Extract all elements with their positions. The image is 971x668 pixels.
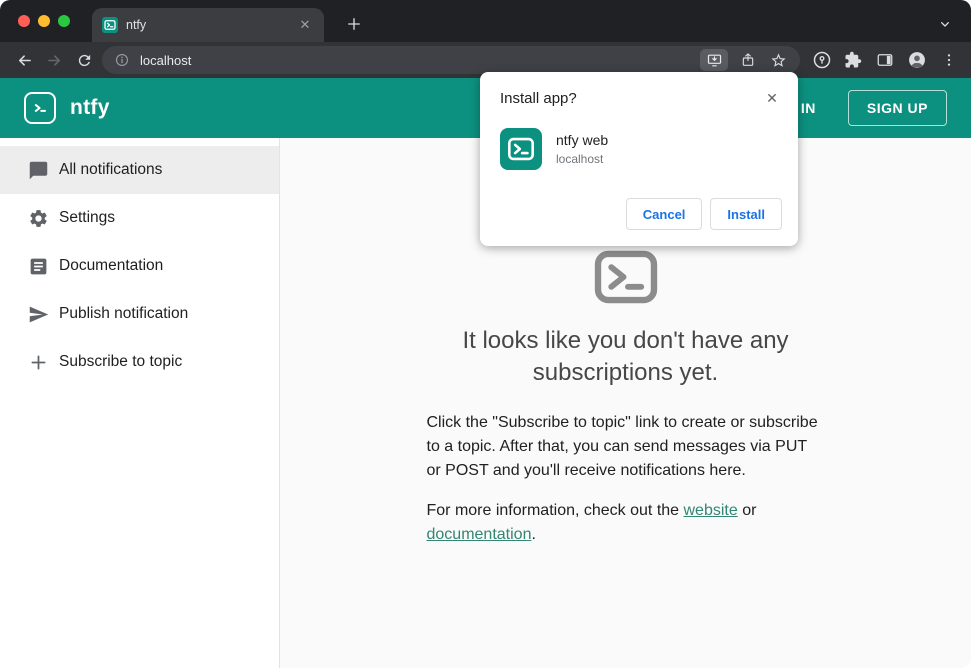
links-paragraph-suffix: . (531, 526, 536, 543)
documentation-link[interactable]: documentation (427, 526, 532, 543)
tab-title: ntfy (126, 18, 147, 32)
empty-state-heading: It looks like you don't have any subscri… (462, 327, 789, 386)
site-info-icon[interactable] (114, 52, 130, 68)
share-icon[interactable] (736, 49, 760, 71)
address-bar[interactable]: localhost (102, 46, 800, 74)
reload-icon[interactable] (70, 46, 98, 74)
empty-state-terminal-icon (594, 250, 658, 309)
empty-state-links-paragraph: For more information, check out the webs… (427, 499, 825, 547)
close-window-button[interactable] (18, 15, 30, 27)
install-app-dialog: Install app? ✕ ntfy web localhost Cancel… (480, 72, 798, 246)
bookmark-star-icon[interactable] (766, 49, 790, 71)
ntfy-favicon-icon (102, 17, 118, 33)
dialog-app-name: ntfy web (556, 132, 609, 148)
sidebar-item-label: All notifications (59, 161, 163, 178)
url-text: localhost (140, 52, 192, 68)
chat-icon (26, 158, 50, 182)
tab-close-icon[interactable]: ✕ (296, 16, 314, 34)
cancel-button[interactable]: Cancel (625, 198, 703, 230)
tab-strip: ntfy ✕ (0, 0, 971, 42)
gear-icon (26, 206, 50, 230)
install-button[interactable]: Install (710, 198, 782, 230)
side-panel-icon[interactable] (873, 48, 897, 72)
tab-search-chevron-icon[interactable] (931, 10, 959, 38)
sidebar-item-label: Publish notification (59, 305, 189, 322)
sidebar-item-subscribe-to-topic[interactable]: Subscribe to topic (0, 338, 279, 386)
forward-icon[interactable] (40, 46, 68, 74)
minimize-window-button[interactable] (38, 15, 50, 27)
browser-menu-icon[interactable] (937, 48, 961, 72)
install-app-icon[interactable] (700, 49, 728, 71)
new-tab-button[interactable] (340, 10, 368, 38)
sidebar: All notifications Settings Documentation… (0, 138, 280, 668)
sidebar-item-settings[interactable]: Settings (0, 194, 279, 242)
sign-up-button[interactable]: SIGN UP (847, 90, 947, 126)
dialog-close-icon[interactable]: ✕ (762, 88, 782, 108)
back-icon[interactable] (10, 46, 38, 74)
links-paragraph-prefix: For more information, check out the (426, 502, 684, 519)
extensions-puzzle-icon[interactable] (841, 48, 865, 72)
dialog-app-origin: localhost (556, 152, 604, 166)
app-title: ntfy (70, 96, 110, 119)
ntfy-app-icon (500, 128, 542, 170)
ntfy-logo-icon (24, 92, 56, 124)
empty-state-paragraph: Click the "Subscribe to topic" link to c… (426, 414, 818, 479)
links-paragraph-middle: or (737, 502, 757, 519)
plus-icon (26, 350, 50, 374)
sidebar-item-documentation[interactable]: Documentation (0, 242, 279, 290)
sidebar-item-publish-notification[interactable]: Publish notification (0, 290, 279, 338)
sidebar-item-label: Subscribe to topic (59, 353, 183, 370)
password-extension-icon[interactable] (810, 48, 834, 72)
document-icon (26, 254, 50, 278)
maximize-window-button[interactable] (58, 15, 70, 27)
send-icon (26, 302, 50, 326)
dialog-title: Install app? (500, 90, 577, 107)
sidebar-item-label: Documentation (59, 257, 164, 274)
website-link[interactable]: website (684, 502, 738, 519)
browser-window: ntfy ✕ localhost ntfy IN SIGN UP Install… (0, 0, 971, 668)
sidebar-item-label: Settings (59, 209, 116, 226)
sidebar-item-all-notifications[interactable]: All notifications (0, 146, 279, 194)
browser-tab[interactable]: ntfy ✕ (92, 8, 324, 42)
profile-avatar[interactable] (905, 48, 929, 72)
